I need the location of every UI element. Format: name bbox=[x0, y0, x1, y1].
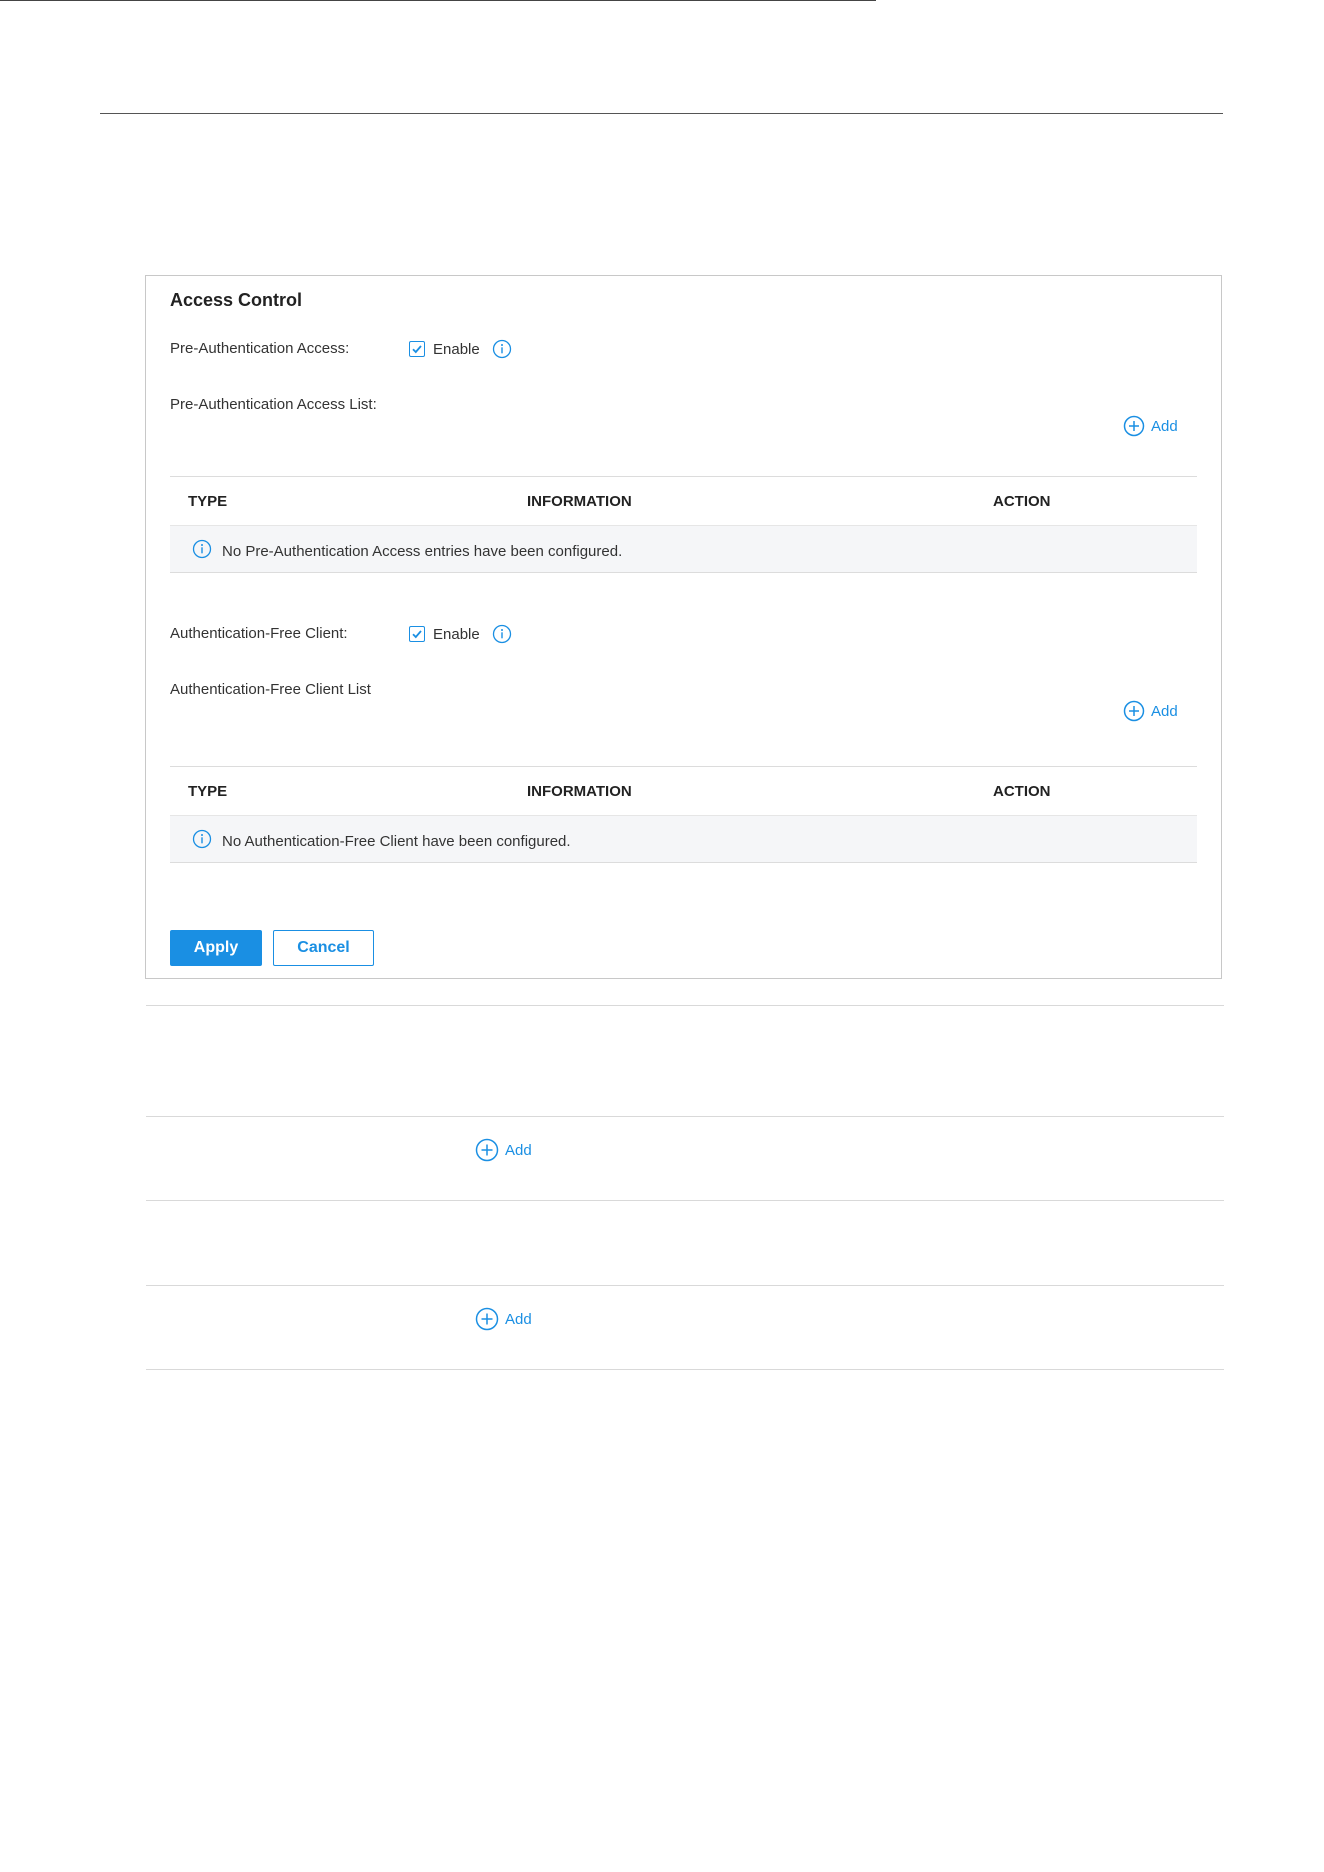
add-label: Add bbox=[505, 1310, 532, 1328]
auth-free-add-label: Add bbox=[1151, 702, 1178, 720]
auth-free-add-button[interactable]: Add bbox=[1123, 700, 1178, 722]
column-type: TYPE bbox=[188, 493, 228, 510]
divider bbox=[146, 1116, 1224, 1117]
add-button[interactable]: Add bbox=[475, 1307, 532, 1331]
add-circle-icon bbox=[1123, 700, 1145, 722]
pre-auth-add-button[interactable]: Add bbox=[1123, 415, 1178, 437]
column-information: INFORMATION bbox=[527, 493, 632, 510]
empty-message: No Authentication-Free Client have been … bbox=[222, 833, 571, 850]
add-label: Add bbox=[505, 1141, 532, 1159]
column-information: INFORMATION bbox=[527, 783, 632, 800]
pre-auth-enable-checkbox[interactable] bbox=[409, 341, 425, 357]
info-icon[interactable] bbox=[492, 339, 512, 359]
auth-free-enable-group: Enable bbox=[409, 624, 512, 644]
panel-title: Access Control bbox=[170, 290, 303, 310]
page-header-rule bbox=[100, 113, 1223, 114]
auth-free-client-label: Authentication-Free Client: bbox=[170, 625, 348, 642]
add-circle-icon bbox=[475, 1138, 499, 1162]
table-header: TYPE INFORMATION ACTION bbox=[170, 766, 1197, 815]
apply-button[interactable]: Apply bbox=[170, 930, 262, 966]
page-footer-rule bbox=[0, 0, 876, 1]
divider bbox=[146, 1285, 1224, 1286]
pre-auth-access-label: Pre-Authentication Access: bbox=[170, 340, 350, 357]
add-circle-icon bbox=[1123, 415, 1145, 437]
check-icon bbox=[412, 630, 422, 639]
check-icon bbox=[412, 345, 422, 354]
info-icon bbox=[192, 539, 212, 564]
pre-auth-add-label: Add bbox=[1151, 417, 1178, 435]
empty-message: No Pre-Authentication Access entries hav… bbox=[222, 543, 623, 560]
pre-auth-access-list-label: Pre-Authentication Access List: bbox=[170, 396, 377, 413]
auth-free-enable-label: Enable bbox=[433, 625, 480, 643]
column-type: TYPE bbox=[188, 783, 228, 800]
pre-auth-enable-label: Enable bbox=[433, 340, 480, 358]
divider bbox=[146, 1005, 1224, 1006]
auth-free-client-list-label: Authentication-Free Client List bbox=[170, 681, 371, 698]
table-header: TYPE INFORMATION ACTION bbox=[170, 476, 1197, 525]
table-empty-row: No Authentication-Free Client have been … bbox=[170, 815, 1197, 863]
table-empty-row: No Pre-Authentication Access entries hav… bbox=[170, 525, 1197, 573]
column-action: ACTION bbox=[993, 493, 1051, 510]
column-action: ACTION bbox=[993, 783, 1051, 800]
cancel-button[interactable]: Cancel bbox=[273, 930, 374, 966]
divider bbox=[146, 1200, 1224, 1201]
add-button[interactable]: Add bbox=[475, 1138, 532, 1162]
add-circle-icon bbox=[475, 1307, 499, 1331]
access-control-panel: Access Control Pre-Authentication Access… bbox=[145, 275, 1222, 979]
pre-auth-enable-group: Enable bbox=[409, 339, 512, 359]
auth-free-enable-checkbox[interactable] bbox=[409, 626, 425, 642]
info-icon[interactable] bbox=[492, 624, 512, 644]
info-icon bbox=[192, 829, 212, 854]
divider bbox=[146, 1369, 1224, 1370]
